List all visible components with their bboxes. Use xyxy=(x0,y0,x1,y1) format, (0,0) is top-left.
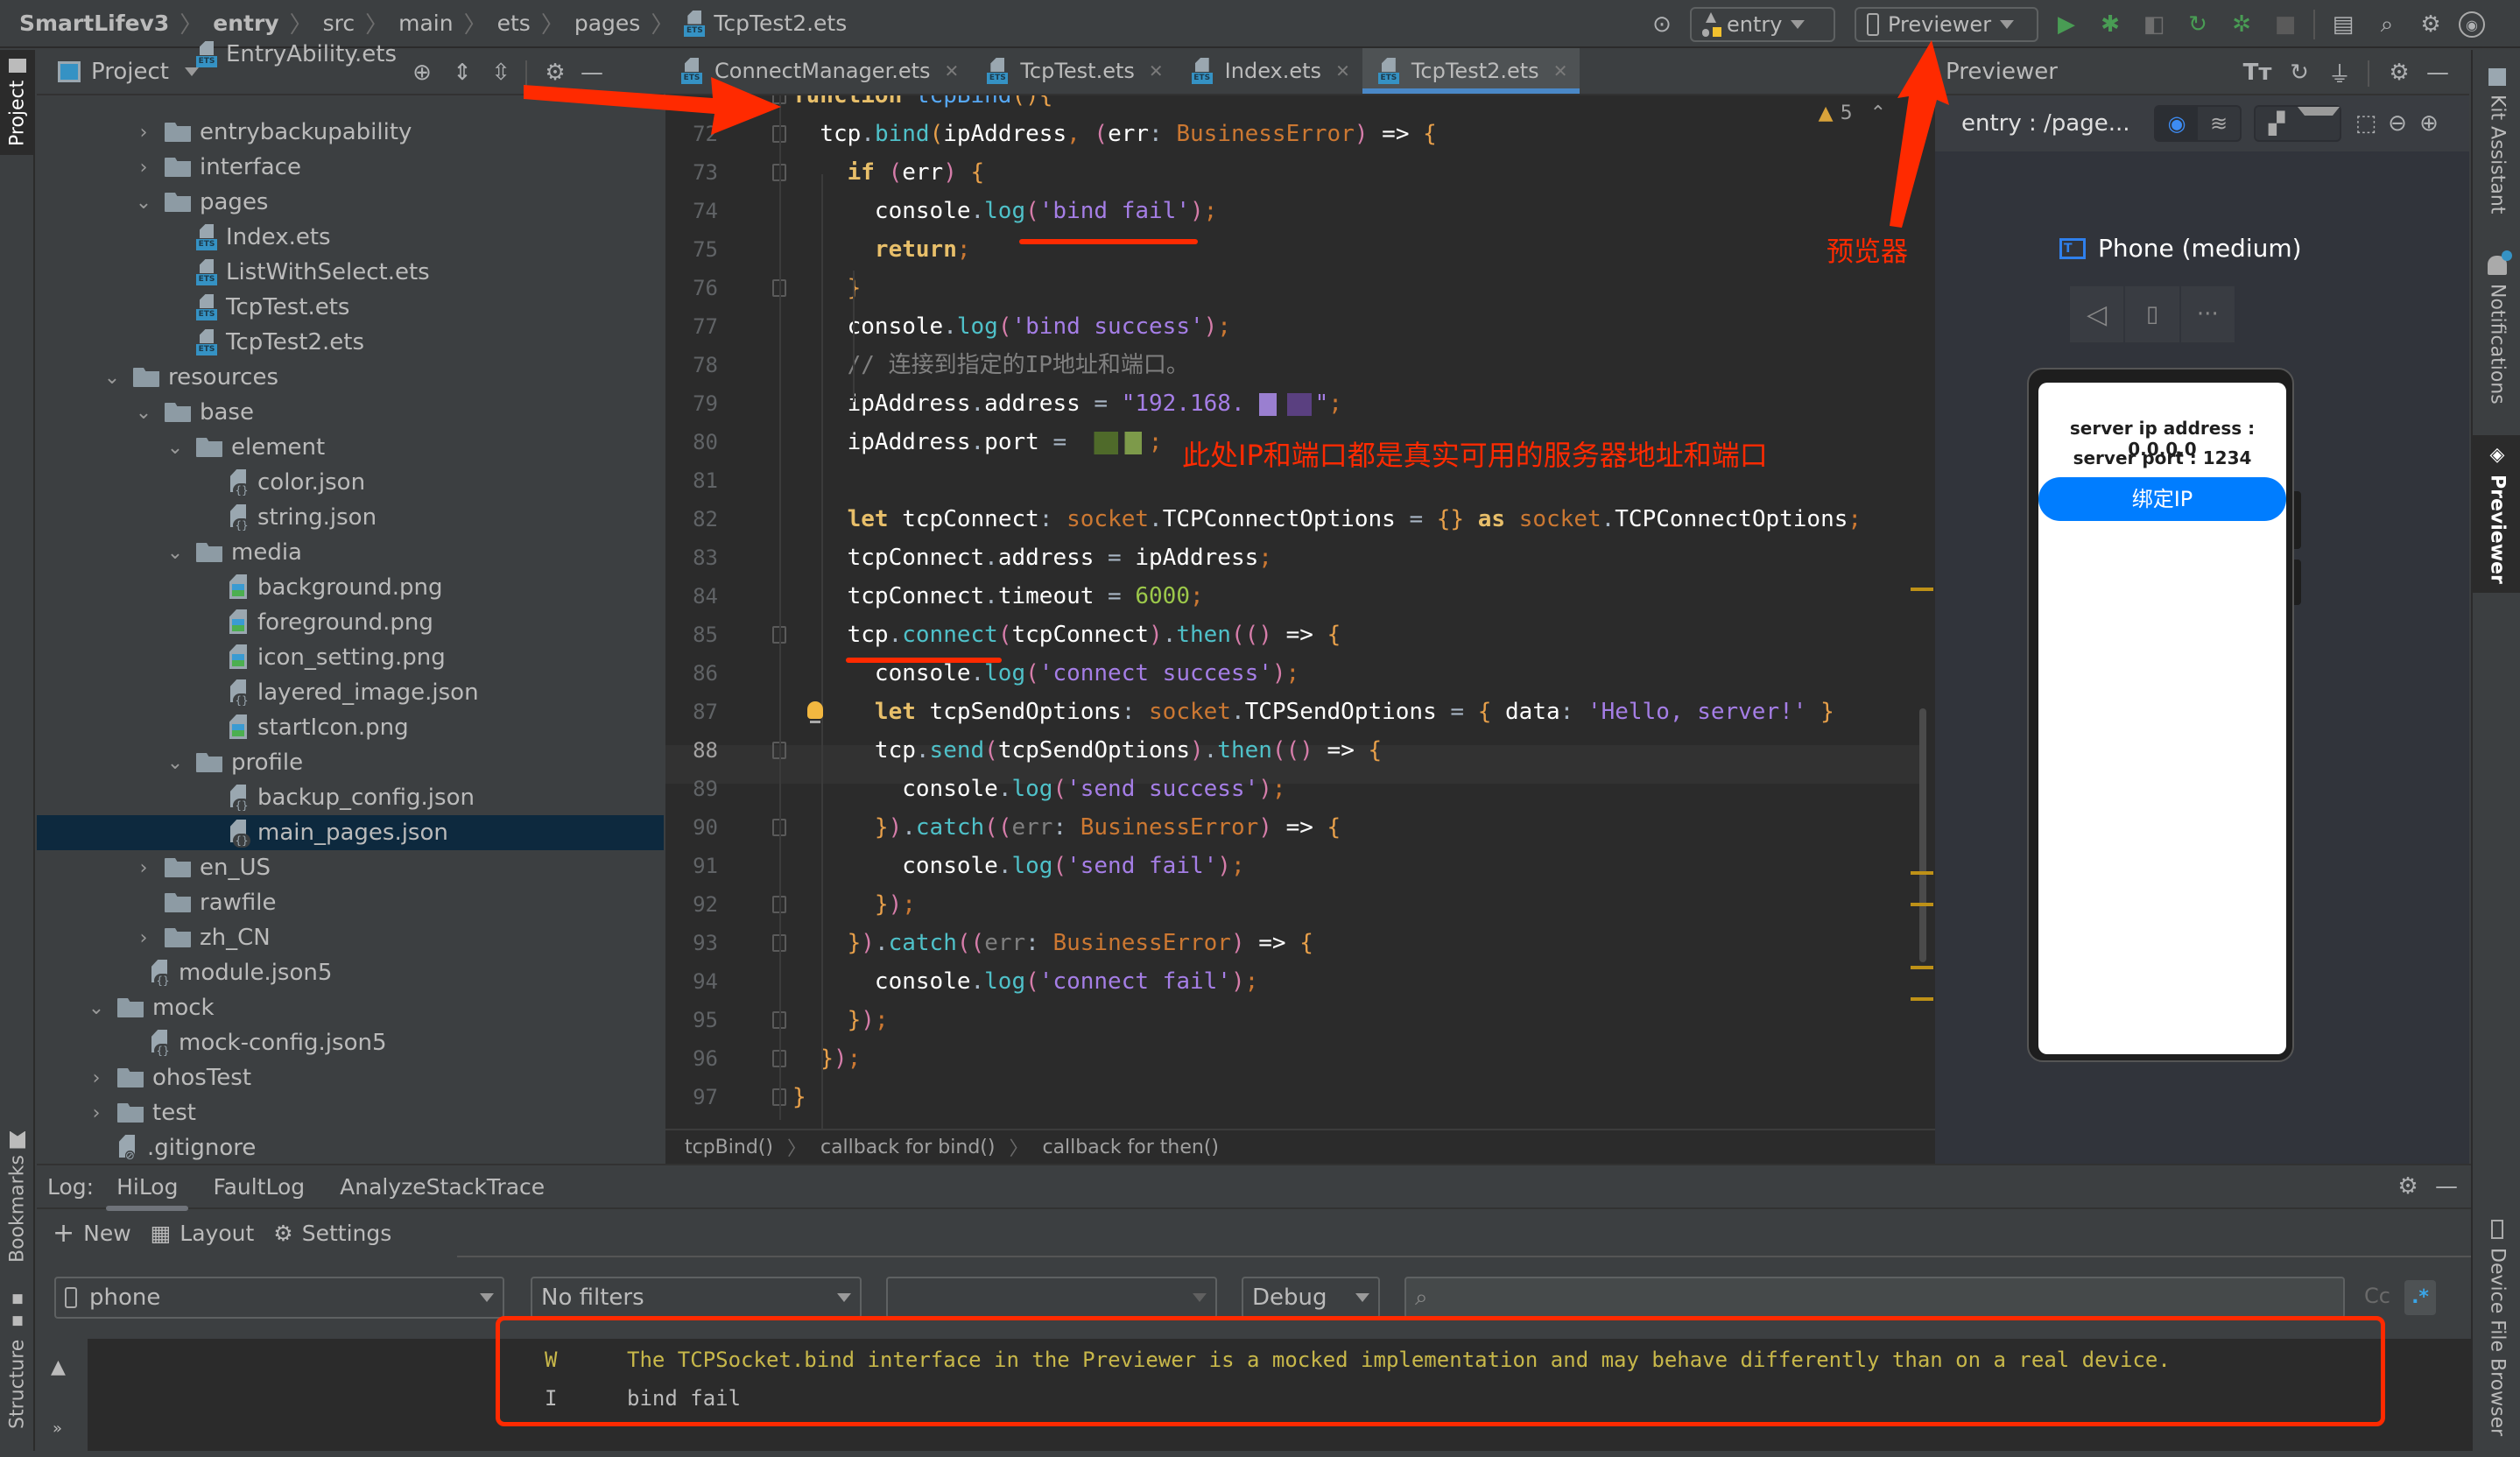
annotation-arrows xyxy=(524,40,1949,228)
annotation-previewer-label: 预览器 xyxy=(1827,236,1908,268)
annotation-underline-bind-fail xyxy=(1019,239,1198,244)
annotation-log-box xyxy=(496,1316,2385,1426)
arrow-to-previewer xyxy=(1890,40,1949,228)
annotation-ip-port-note: 此处IP和端口都是真实可用的服务器地址和端口 xyxy=(1182,439,1768,472)
arrow-to-function xyxy=(524,77,781,135)
annotation-underline-tcp-connect xyxy=(846,658,1002,663)
